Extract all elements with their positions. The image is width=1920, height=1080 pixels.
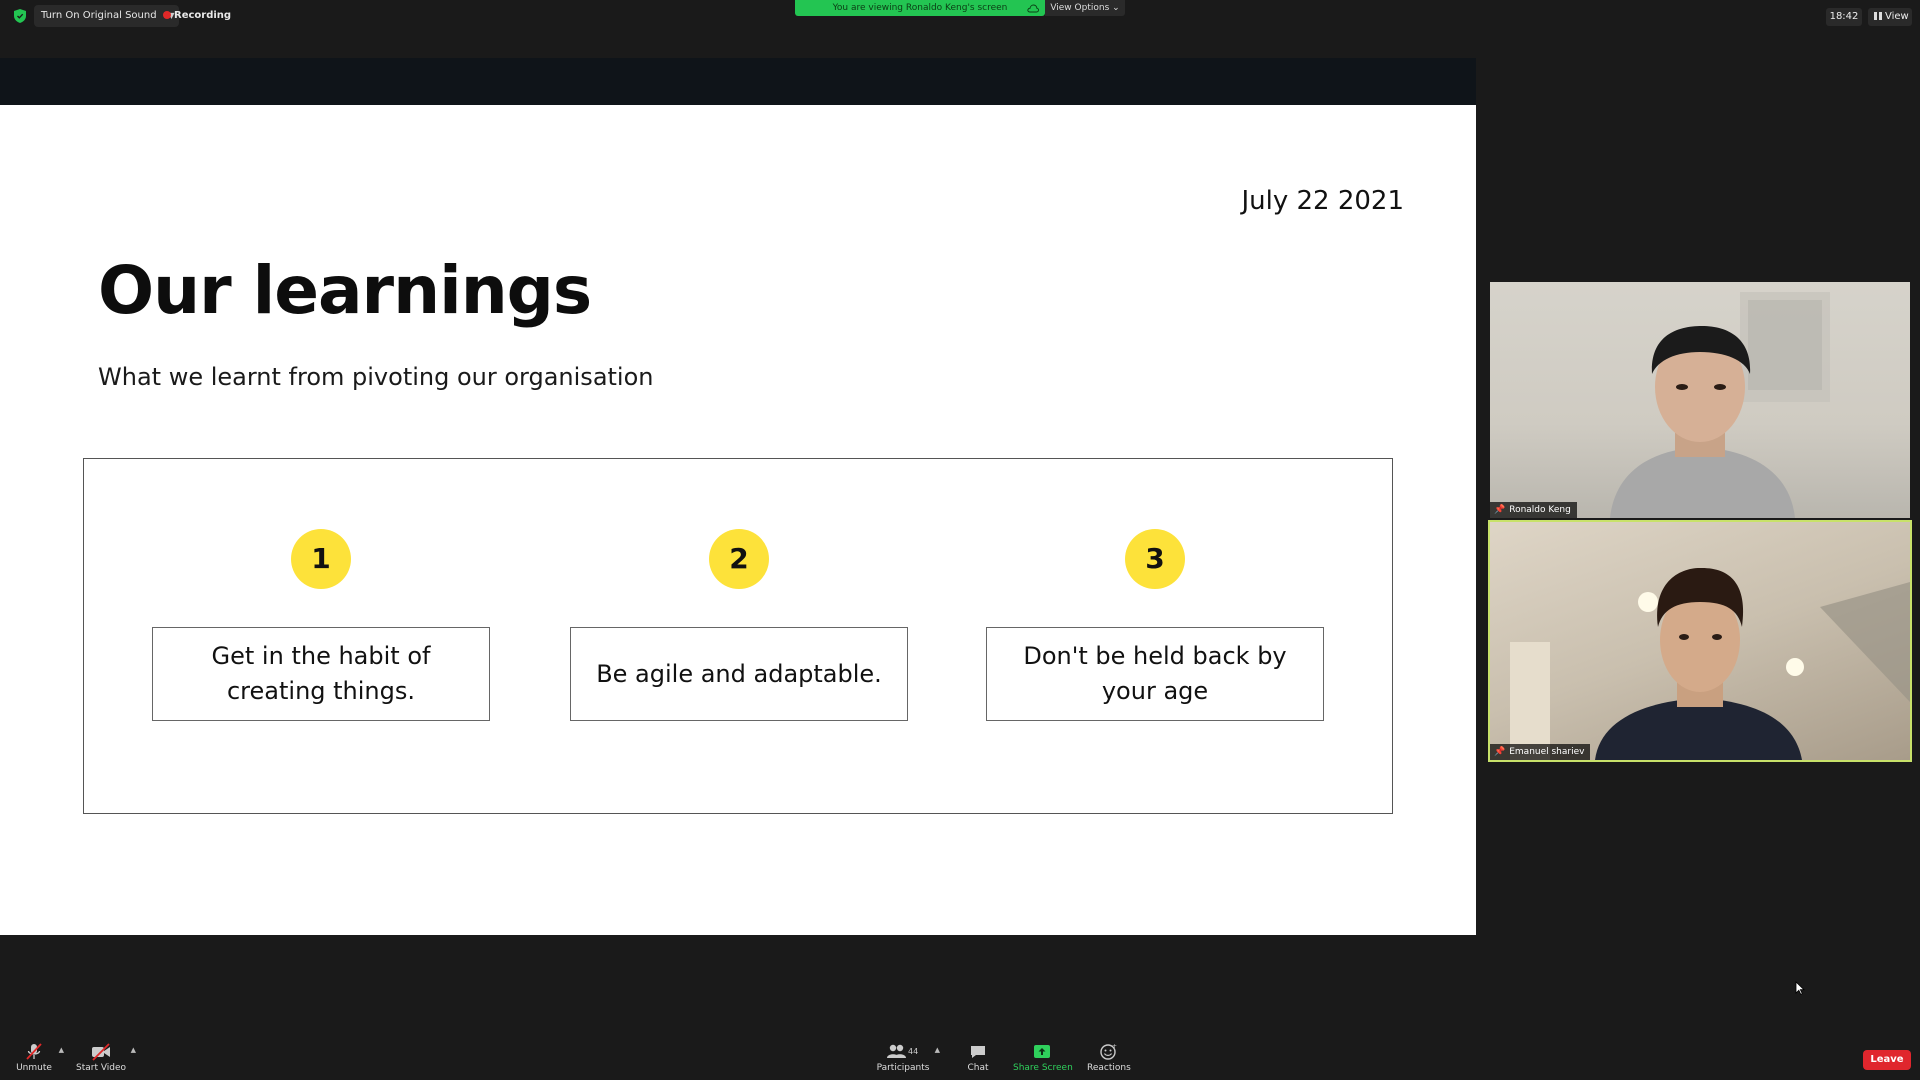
view-options-button[interactable]: View Options ⌄ bbox=[1045, 0, 1125, 16]
start-video-label: Start Video bbox=[76, 1063, 127, 1073]
viewing-screen-banner: You are viewing Ronaldo Keng's screen bbox=[795, 0, 1045, 16]
learning-item: 3 Don't be held back by your age bbox=[986, 459, 1324, 813]
active-speaker-video-tile[interactable]: 📌 Emanuel shariev bbox=[1488, 520, 1912, 762]
slide-date: July 22 2021 bbox=[1241, 186, 1404, 216]
view-options-label: View Options bbox=[1050, 3, 1110, 13]
gallery-view-icon bbox=[1874, 12, 1882, 20]
pin-icon: 📌 bbox=[1494, 747, 1506, 757]
svg-text:+: + bbox=[1112, 1043, 1117, 1050]
top-bar: Turn On Original Sound ▼ Recording You a… bbox=[0, 0, 1920, 32]
reactions-smiley-icon: + bbox=[1100, 1043, 1117, 1060]
participant-name: Emanuel shariev bbox=[1509, 747, 1585, 757]
participant-video-tile[interactable]: 📌 Ronaldo Keng bbox=[1490, 282, 1910, 518]
reactions-button[interactable]: + Reactions bbox=[1087, 1043, 1131, 1077]
original-sound-button[interactable]: Turn On Original Sound ▼ bbox=[34, 5, 179, 27]
chat-bubble-icon bbox=[971, 1046, 985, 1058]
view-label: View bbox=[1885, 11, 1909, 22]
share-screen-label: Share Screen bbox=[1013, 1063, 1073, 1073]
unmute-label: Unmute bbox=[16, 1063, 52, 1073]
slide-title: Our learnings bbox=[98, 252, 592, 329]
participants-count: 44 bbox=[908, 1047, 918, 1056]
share-screen-button[interactable]: Share Screen bbox=[1013, 1043, 1073, 1077]
learnings-box: 1 Get in the habit of creating things. 2… bbox=[83, 458, 1393, 814]
participants-label: Participants bbox=[876, 1063, 930, 1073]
chat-label: Chat bbox=[967, 1063, 989, 1073]
learning-card: Be agile and adaptable. bbox=[570, 627, 908, 721]
security-shield-icon[interactable] bbox=[14, 9, 26, 23]
cloud-icon bbox=[1027, 4, 1039, 13]
participants-icon: 44 bbox=[887, 1044, 918, 1058]
reactions-label: Reactions bbox=[1087, 1063, 1131, 1073]
number-badge: 3 bbox=[1125, 529, 1185, 589]
learning-card: Don't be held back by your age bbox=[986, 627, 1324, 721]
chevron-up-icon[interactable]: ▲ bbox=[131, 1046, 136, 1054]
participant-name-tag: 📌 Emanuel shariev bbox=[1490, 744, 1591, 760]
participant-name-tag: 📌 Ronaldo Keng bbox=[1490, 502, 1577, 518]
meeting-toolbar: Unmute ▲ Start Video ▲ 44 Participants ▲… bbox=[0, 1040, 1920, 1080]
chevron-down-icon: ⌄ bbox=[1112, 3, 1120, 13]
chevron-up-icon[interactable]: ▲ bbox=[935, 1046, 940, 1054]
video-off-icon bbox=[92, 1043, 110, 1061]
learning-item: 2 Be agile and adaptable. bbox=[570, 459, 908, 813]
original-sound-label: Turn On Original Sound bbox=[41, 10, 157, 21]
participants-button[interactable]: 44 Participants ▲ bbox=[876, 1043, 940, 1077]
recording-indicator[interactable]: Recording bbox=[163, 9, 231, 23]
leave-button[interactable]: Leave bbox=[1863, 1050, 1911, 1070]
chat-button[interactable]: Chat bbox=[963, 1043, 993, 1077]
record-dot-icon bbox=[163, 11, 171, 19]
chevron-up-icon[interactable]: ▲ bbox=[59, 1046, 64, 1054]
learning-card: Get in the habit of creating things. bbox=[152, 627, 490, 721]
mouse-cursor-icon bbox=[1795, 981, 1805, 995]
learning-item: 1 Get in the habit of creating things. bbox=[152, 459, 490, 813]
unmute-button[interactable]: Unmute ▲ bbox=[14, 1043, 64, 1077]
presentation-slide: July 22 2021 Our learnings What we learn… bbox=[0, 105, 1476, 935]
meeting-clock: 18:42 bbox=[1826, 8, 1862, 26]
slide-subtitle: What we learnt from pivoting our organis… bbox=[98, 363, 654, 391]
muted-microphone-icon bbox=[26, 1043, 42, 1060]
view-button[interactable]: View bbox=[1868, 8, 1912, 26]
start-video-button[interactable]: Start Video ▲ bbox=[76, 1043, 136, 1077]
participant-video-feed bbox=[1510, 567, 1910, 760]
number-badge: 2 bbox=[709, 529, 769, 589]
recording-label: Recording bbox=[174, 10, 232, 21]
share-screen-icon bbox=[1034, 1045, 1050, 1058]
pin-icon: 📌 bbox=[1494, 505, 1506, 515]
participant-name: Ronaldo Keng bbox=[1509, 505, 1571, 515]
number-badge: 1 bbox=[291, 529, 351, 589]
viewing-banner-text: You are viewing Ronaldo Keng's screen bbox=[832, 3, 1008, 13]
participant-video-feed bbox=[1610, 292, 1830, 518]
